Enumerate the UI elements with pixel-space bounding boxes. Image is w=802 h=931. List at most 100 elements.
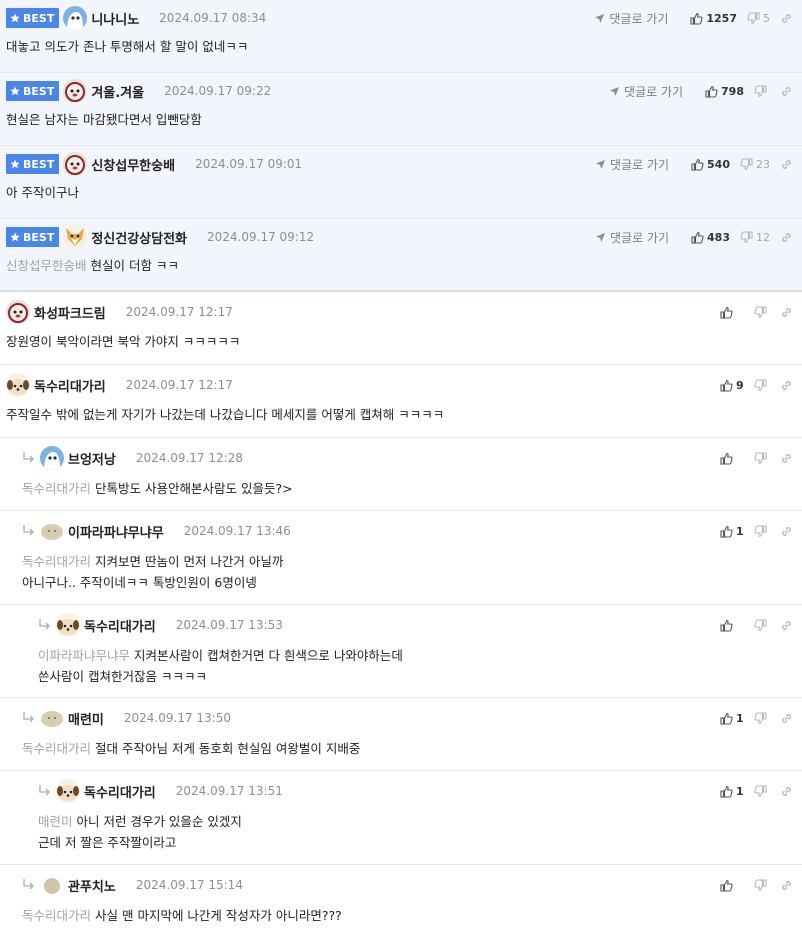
dislike-button[interactable] <box>754 378 770 392</box>
nickname[interactable]: 화성파크드림 <box>34 303 106 322</box>
nickname[interactable]: 신창섭무한숭배 <box>91 155 175 174</box>
share-link-button[interactable] <box>780 452 796 465</box>
fox-avatar-icon <box>63 225 88 249</box>
nickname[interactable]: 브엉저낭 <box>68 449 116 468</box>
nickname[interactable]: 독수리대가리 <box>34 376 106 395</box>
share-link-button[interactable] <box>780 85 796 98</box>
link-icon <box>782 880 791 890</box>
avatar[interactable] <box>63 152 88 176</box>
like-button[interactable]: 9 <box>720 379 744 392</box>
thumbs-up-icon <box>690 12 703 25</box>
thumbs-down-icon <box>754 378 767 391</box>
go-to-reply-link[interactable]: 댓글로 가기 <box>595 156 669 173</box>
comment-date: 2024.09.17 13:46 <box>183 524 291 538</box>
reply-arrow-icon <box>23 879 34 890</box>
like-button[interactable] <box>720 879 744 892</box>
nickname[interactable]: 겨울.겨울 <box>91 82 144 101</box>
nickname[interactable]: 이파라파냐무냐무 <box>68 522 164 541</box>
best-badge: BEST <box>6 227 60 247</box>
thumbs-down-icon <box>754 524 767 537</box>
comment-text: 아 주작이구나 <box>6 185 79 200</box>
avatar[interactable] <box>40 706 64 730</box>
reply-comment: 관푸치노 2024.09.17 15:14 독수리대가리 사실 맨 마지막에 나간… <box>0 865 802 931</box>
comment-list: BEST 니나니노 2024.09.17 08:34 댓글로 가기 1257 5 <box>0 0 802 931</box>
avatar[interactable] <box>6 300 30 324</box>
like-button[interactable]: 1 <box>720 712 744 725</box>
like-button[interactable]: 798 <box>705 85 744 98</box>
avatar[interactable] <box>40 519 64 543</box>
avatar[interactable] <box>40 873 64 897</box>
nickname[interactable]: 독수리대가리 <box>84 782 156 801</box>
dislike-button[interactable] <box>754 451 770 465</box>
like-button[interactable] <box>720 306 744 319</box>
avatar[interactable] <box>63 79 88 103</box>
share-link-button[interactable] <box>780 879 796 892</box>
mention-nickname[interactable]: 독수리대가리 <box>22 481 91 496</box>
comment-date: 2024.09.17 08:34 <box>159 11 267 25</box>
share-link-button[interactable] <box>780 785 796 798</box>
like-button[interactable]: 540 <box>691 158 730 171</box>
dislike-button[interactable] <box>754 878 770 892</box>
thumbs-down-icon <box>740 157 753 170</box>
link-icon <box>782 713 791 723</box>
like-button[interactable]: 1257 <box>690 12 737 25</box>
share-link-button[interactable] <box>780 231 796 244</box>
avatar[interactable] <box>40 446 64 470</box>
dislike-button[interactable] <box>754 84 770 98</box>
avatar[interactable] <box>63 6 88 30</box>
share-link-button[interactable] <box>780 306 796 319</box>
share-link-button[interactable] <box>780 712 796 725</box>
mention-nickname[interactable]: 신창섭무한숭배 <box>6 258 87 273</box>
red-face-avatar-icon <box>6 300 30 324</box>
avatar[interactable] <box>56 779 80 803</box>
share-link-button[interactable] <box>780 158 796 171</box>
thumbs-up-icon <box>720 619 733 632</box>
dislike-button[interactable] <box>754 711 770 725</box>
dislike-button[interactable] <box>754 618 770 632</box>
dislike-button[interactable] <box>754 305 770 319</box>
share-link-button[interactable] <box>780 619 796 632</box>
mention-nickname[interactable]: 독수리대가리 <box>22 554 91 569</box>
nickname[interactable]: 매련미 <box>68 709 104 728</box>
share-link-button[interactable] <box>780 525 796 538</box>
dislike-button[interactable]: 23 <box>740 158 770 171</box>
best-label: BEST <box>23 230 55 244</box>
go-to-reply-link[interactable]: 댓글로 가기 <box>594 10 668 27</box>
like-button[interactable] <box>720 619 744 632</box>
link-icon <box>782 526 791 536</box>
comment-text: 대놓고 의도가 존나 투명해서 할 말이 없네ㅋㅋ <box>6 39 249 54</box>
mention-nickname[interactable]: 독수리대가리 <box>22 908 91 923</box>
dislike-button[interactable]: 5 <box>747 12 770 25</box>
thumbs-up-icon <box>705 85 718 98</box>
mention-nickname[interactable]: 이파라파냐무냐무 <box>38 648 130 663</box>
share-link-button[interactable] <box>780 12 796 25</box>
link-icon <box>782 453 791 463</box>
dislike-button[interactable]: 12 <box>740 231 770 244</box>
avatar[interactable] <box>6 373 30 397</box>
go-to-reply-link[interactable]: 댓글로 가기 <box>609 83 683 100</box>
thumbs-down-icon <box>754 784 767 797</box>
dislike-button[interactable] <box>754 784 770 798</box>
nickname[interactable]: 독수리대가리 <box>84 616 156 635</box>
mention-nickname[interactable]: 독수리대가리 <box>22 741 91 756</box>
nickname[interactable]: 정신건강상담전화 <box>91 228 187 247</box>
comment-text: 지켜보면 딴놈이 먼저 나간거 아닐까 <box>95 554 284 569</box>
like-button[interactable]: 483 <box>691 231 730 244</box>
share-link-button[interactable] <box>780 379 796 392</box>
dislike-button[interactable] <box>754 524 770 538</box>
like-button[interactable]: 1 <box>720 785 744 798</box>
best-comment: BEST 정신건강상담전화 2024.09.17 09:12 댓글로 가기 48… <box>0 219 802 292</box>
comment-body: 독수리대가리 지켜보면 딴놈이 먼저 나간거 아닐까 아니구나.. 주작이네ㅋㅋ … <box>22 551 796 593</box>
reply-comment: 매련미 2024.09.17 13:50 1 독수리대가리 절대 주작아님 저게 … <box>0 698 802 771</box>
nickname[interactable]: 니나니노 <box>91 9 139 28</box>
like-button[interactable] <box>720 452 744 465</box>
link-icon <box>782 13 791 23</box>
mention-nickname[interactable]: 매련미 <box>38 814 73 829</box>
nickname[interactable]: 관푸치노 <box>68 876 116 895</box>
go-to-reply-link[interactable]: 댓글로 가기 <box>595 229 669 246</box>
reply-arrow-icon <box>23 712 34 723</box>
red-face-avatar-icon <box>63 79 88 103</box>
like-button[interactable]: 1 <box>720 525 744 538</box>
avatar[interactable] <box>56 613 80 637</box>
avatar[interactable] <box>63 225 88 249</box>
